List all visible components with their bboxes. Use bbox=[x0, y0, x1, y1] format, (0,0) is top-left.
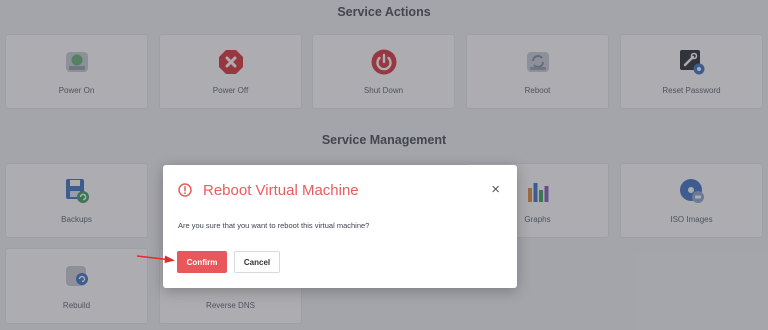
reboot-confirmation-dialog: Reboot Virtual Machine × Are you sure th… bbox=[163, 165, 517, 288]
pointer-arrow-icon bbox=[136, 255, 175, 263]
confirm-button[interactable]: Confirm bbox=[177, 251, 227, 273]
alert-circle-icon bbox=[178, 183, 192, 197]
dialog-message: Are you sure that you want to reboot thi… bbox=[178, 221, 370, 230]
dialog-title: Reboot Virtual Machine bbox=[203, 182, 359, 199]
close-icon[interactable]: × bbox=[491, 182, 500, 197]
cancel-button[interactable]: Cancel bbox=[234, 251, 280, 273]
